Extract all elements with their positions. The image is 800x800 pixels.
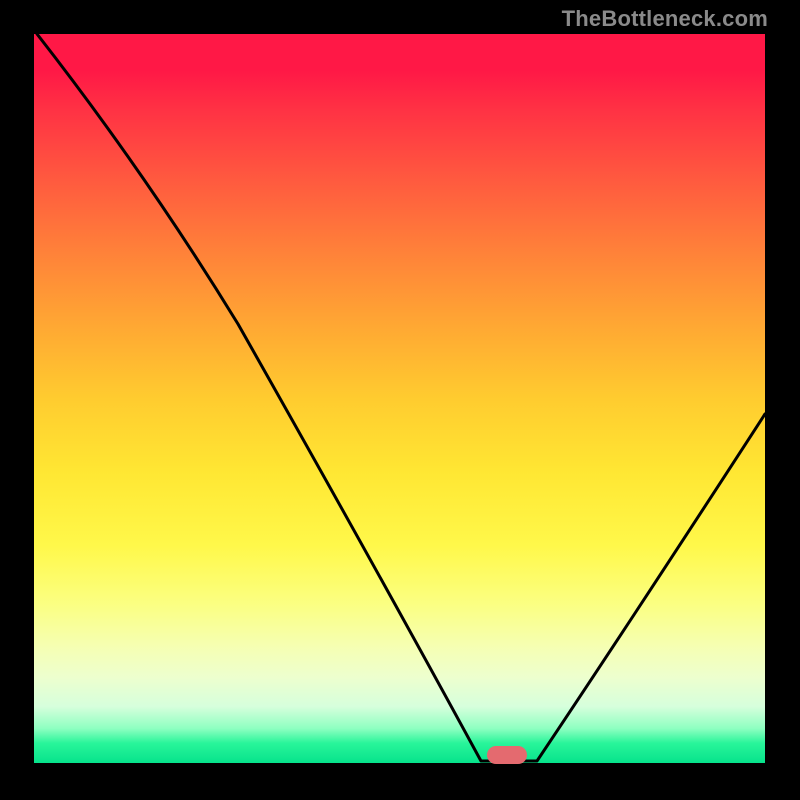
plot-area: [34, 34, 765, 765]
optimum-marker: [487, 746, 527, 764]
bottleneck-curve: [34, 34, 765, 765]
watermark-text: TheBottleneck.com: [562, 6, 768, 32]
chart-frame: TheBottleneck.com: [0, 0, 800, 800]
